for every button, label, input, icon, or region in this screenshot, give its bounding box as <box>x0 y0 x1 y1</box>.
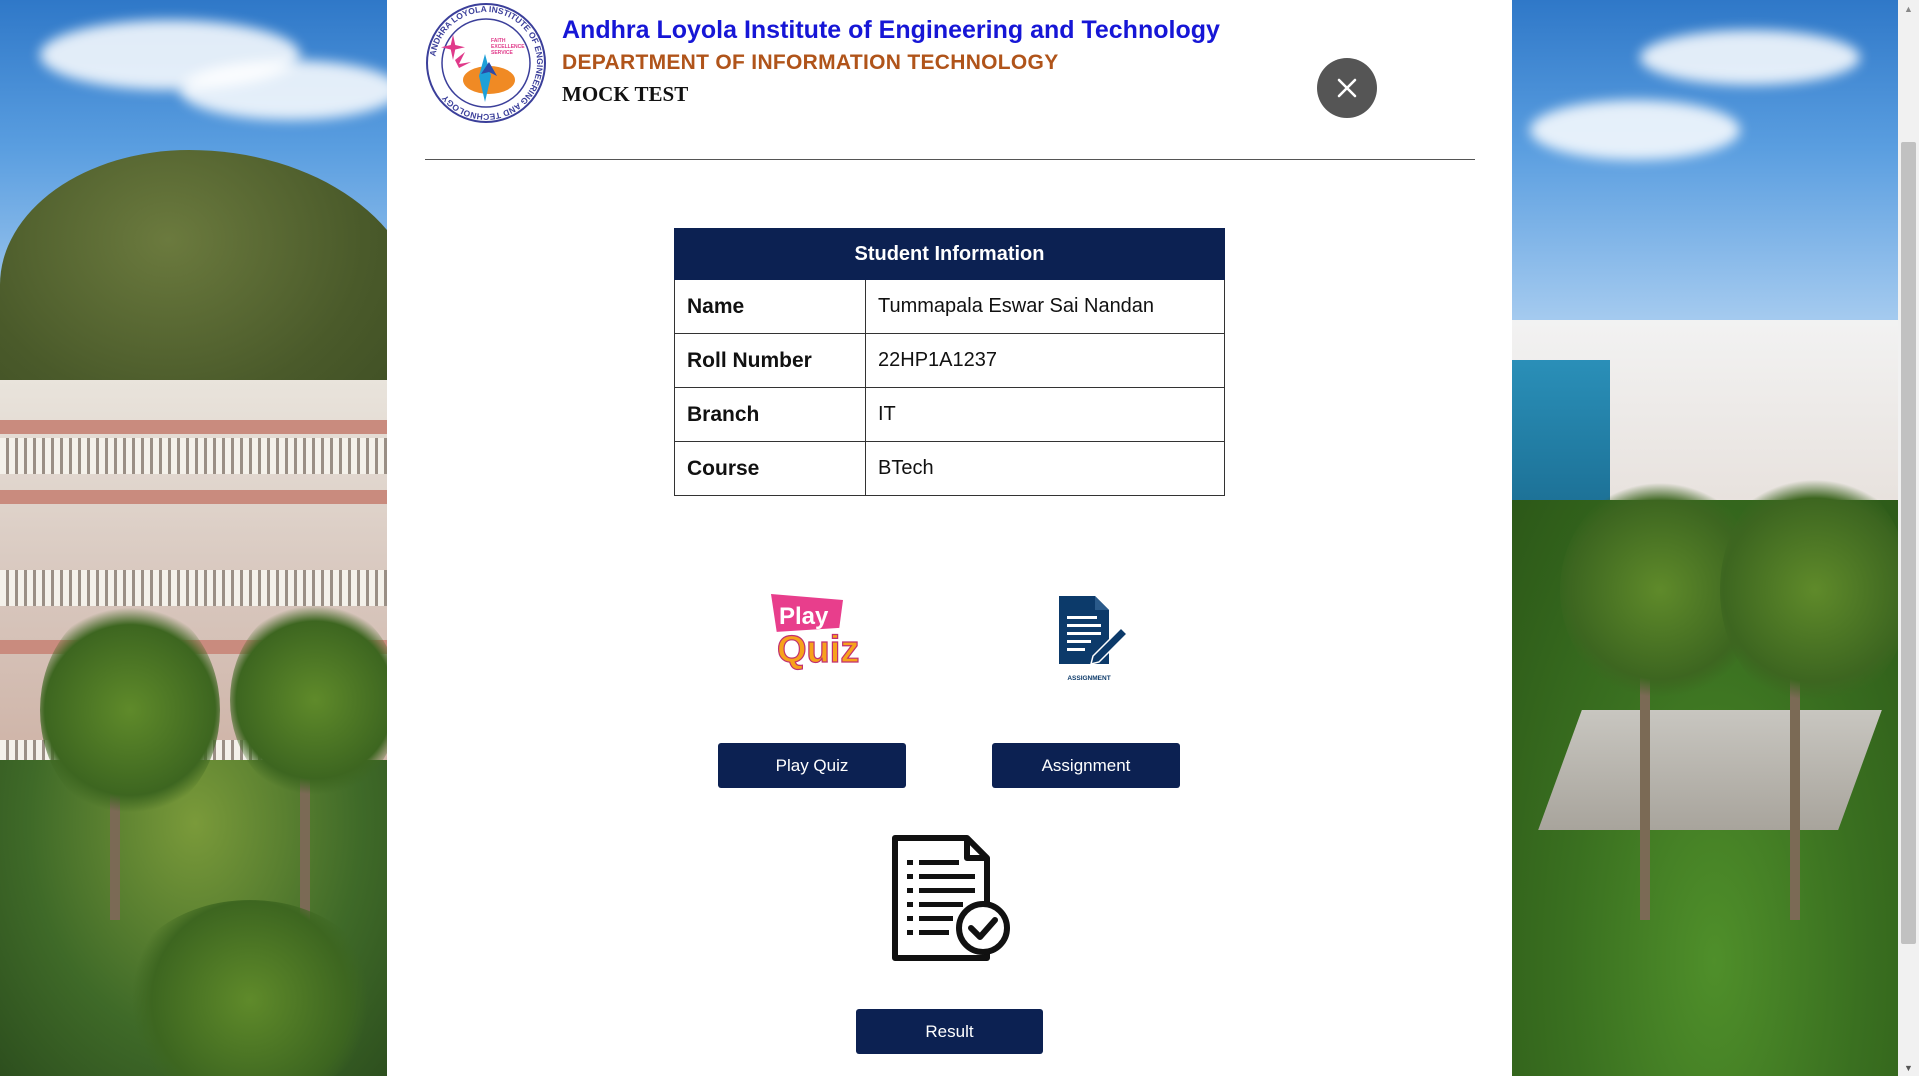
scrollbar-thumb[interactable] <box>1901 142 1916 944</box>
institute-logo: ANDHRA LOYOLA INSTITUTE OF ENGINEERING A… <box>426 3 546 123</box>
table-row: Course BTech <box>674 441 1225 496</box>
branch-value: IT <box>865 387 1225 442</box>
close-icon <box>1337 78 1357 98</box>
student-info-table: Student Information Name Tummapala Eswar… <box>674 228 1225 496</box>
svg-text:Play: Play <box>779 603 829 630</box>
svg-text:ASSIGNMENT: ASSIGNMENT <box>1067 675 1110 682</box>
roll-number-label: Roll Number <box>674 333 866 388</box>
name-value: Tummapala Eswar Sai Nandan <box>865 279 1225 334</box>
table-row: Branch IT <box>674 387 1225 442</box>
department-name: DEPARTMENT OF INFORMATION TECHNOLOGY <box>562 51 1059 74</box>
result-document-icon[interactable] <box>889 834 1013 964</box>
play-quiz-button[interactable]: Play Quiz <box>718 743 906 788</box>
assignment-icon[interactable]: ASSIGNMENT <box>1047 592 1131 684</box>
page-subtitle: MOCK TEST <box>562 82 689 106</box>
main-panel: ANDHRA LOYOLA INSTITUTE OF ENGINEERING A… <box>387 0 1512 1076</box>
close-button[interactable] <box>1317 58 1377 118</box>
course-value: BTech <box>865 441 1225 496</box>
institute-name: Andhra Loyola Institute of Engineering a… <box>562 16 1220 44</box>
branch-label: Branch <box>674 387 866 442</box>
header-divider <box>425 159 1475 160</box>
svg-text:SERVICE: SERVICE <box>491 50 514 56</box>
assignment-button[interactable]: Assignment <box>992 743 1180 788</box>
table-title: Student Information <box>674 228 1225 280</box>
page-scrollbar[interactable]: ▲ ▼ <box>1898 0 1919 1076</box>
course-label: Course <box>674 441 866 496</box>
result-button[interactable]: Result <box>856 1009 1043 1054</box>
play-quiz-icon[interactable]: Play Quiz <box>765 590 875 680</box>
name-label: Name <box>674 279 866 334</box>
page-header: ANDHRA LOYOLA INSTITUTE OF ENGINEERING A… <box>425 2 1475 126</box>
svg-text:Quiz: Quiz <box>777 629 859 671</box>
table-row: Name Tummapala Eswar Sai Nandan <box>674 279 1225 334</box>
table-row: Roll Number 22HP1A1237 <box>674 333 1225 388</box>
scroll-up-arrow-icon[interactable]: ▲ <box>1898 0 1919 17</box>
scroll-down-arrow-icon[interactable]: ▼ <box>1898 1059 1919 1076</box>
roll-number-value: 22HP1A1237 <box>865 333 1225 388</box>
